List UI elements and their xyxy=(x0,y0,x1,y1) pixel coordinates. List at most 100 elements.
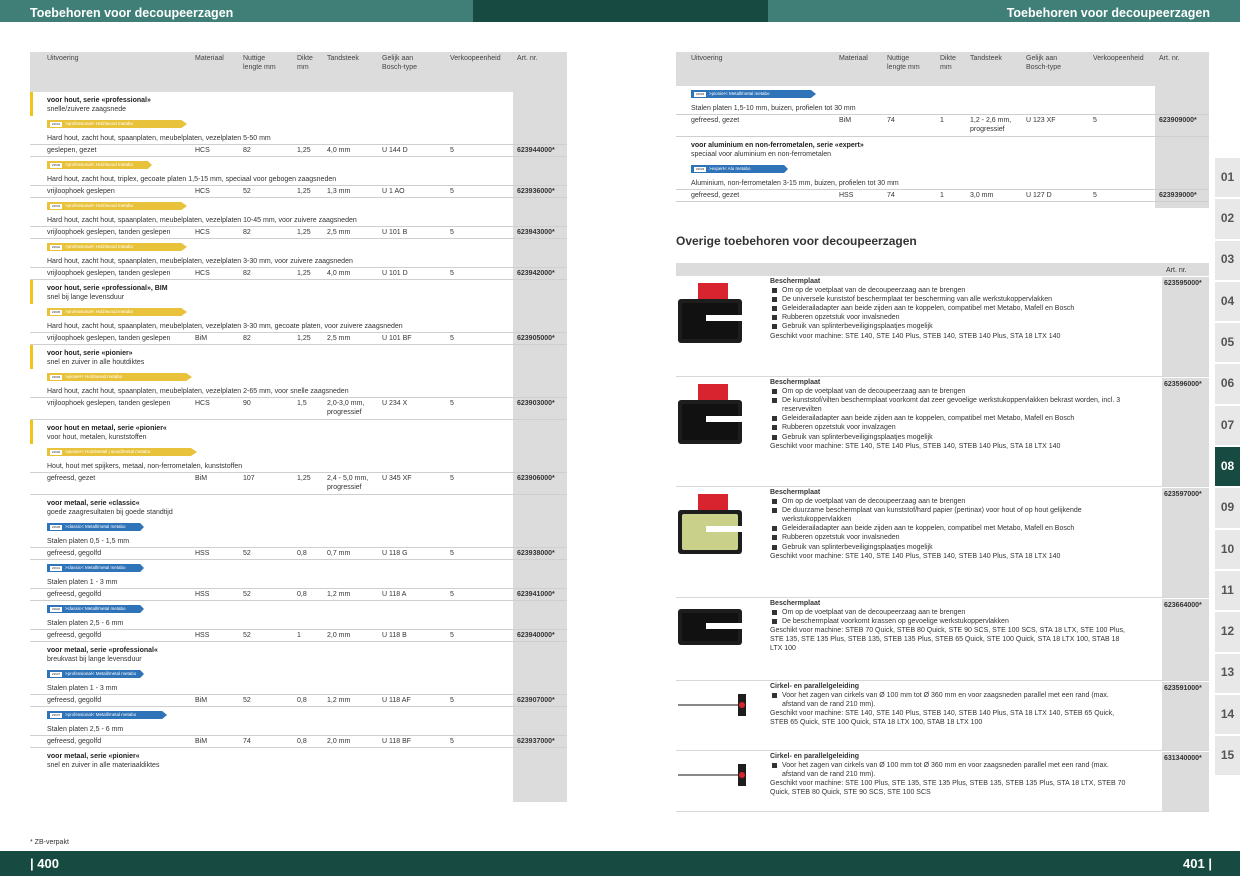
cell-verkoopeenheid: 5 xyxy=(1093,192,1097,199)
cell-tandsteek: 2,4 - 5,0 mm, xyxy=(327,475,369,482)
cell-bosch: U 118 A xyxy=(382,591,407,598)
accessory-item: Cirkel- en parallelgeleiding Voor het zag… xyxy=(676,752,1209,812)
page-title-left: Toebehoren voor decoupeerzagen xyxy=(30,6,234,20)
bullet-square-icon xyxy=(772,416,777,422)
bullet-text: Om op de voetplaat van de decoupeerzaag … xyxy=(782,498,966,506)
chapter-tab-05[interactable]: 05 xyxy=(1215,323,1240,365)
table-row: vrijloophoek geslepen, tanden geslepen HC… xyxy=(30,227,567,239)
blade-code: 23938 xyxy=(50,524,62,530)
cell-lengte: 107 xyxy=(243,475,255,482)
bullet-square-icon xyxy=(772,544,777,550)
chapter-tab-01[interactable]: 01 xyxy=(1215,158,1240,200)
blade-print: >classic< Metall/metal metabo xyxy=(65,524,126,529)
cell-dikte: 0,8 xyxy=(297,697,307,704)
cell-uitvoering: geslepen, gezet xyxy=(47,147,97,154)
bullet-text: Geleiderailadapter aan beide zijden aan … xyxy=(782,415,1075,423)
application-row: Aluminium, non-ferrometalen 3-15 mm, bui… xyxy=(676,178,1209,190)
application-row: Hard hout, zacht hout, spaanplaten, meub… xyxy=(30,321,567,333)
accessory-item: Beschermplaat Om op de voetplaat van de d… xyxy=(676,488,1209,598)
cell-art-nr: 623941000* xyxy=(517,591,555,598)
accessory-bullet: Geleiderailadapter aan beide zijden aan … xyxy=(770,524,1130,533)
chapter-tab-07[interactable]: 07 xyxy=(1215,405,1240,448)
accessory-bullet: De universele kunststof beschermplaat te… xyxy=(770,295,1130,304)
chapter-tab-13[interactable]: 13 xyxy=(1215,653,1240,695)
cell-lengte: 74 xyxy=(243,738,251,745)
accessory-art-nr: 623591000* xyxy=(1162,682,1209,750)
cell-uitvoering: gefreesd, gegolfd xyxy=(47,697,102,704)
table-row: gefreesd, gezet HSS 74 1 3,0 mm U 127 D 5 62393… xyxy=(676,190,1209,202)
col-bosch: Gelijk aan Bosch-type xyxy=(1026,55,1062,72)
table-header: Uitvoering Materiaal Nuttige lengte mm D… xyxy=(676,52,1209,86)
application-text: Hard hout, zacht hout, triplex, gecoate … xyxy=(47,176,337,183)
cell-bosch: U 234 X xyxy=(382,400,408,407)
cell-bosch: U 101 B xyxy=(382,229,408,236)
chapter-tab-11[interactable]: 11 xyxy=(1215,570,1240,613)
cell-bosch: U 144 D xyxy=(382,147,408,154)
bullet-text: Om op de voetplaat van de decoupeerzaag … xyxy=(782,388,966,396)
chapter-tab-02[interactable]: 02 xyxy=(1215,199,1240,241)
blade-print: >professional< Holz/wood metabo xyxy=(65,203,134,208)
circle-guide-icon xyxy=(678,694,746,716)
group-subtitle: snelle/zuivere zaagsnede xyxy=(47,106,126,114)
section-title-overige: Overige toebehoren voor decoupeerzagen xyxy=(676,234,917,248)
page-number-left: | 400 xyxy=(30,856,59,871)
accessory-art-nr: 631340000* xyxy=(1162,752,1209,811)
chapter-tab-09[interactable]: 09 xyxy=(1215,488,1240,530)
cell-bosch: U 118 G xyxy=(382,550,408,557)
cell-verkoopeenheid: 5 xyxy=(450,738,454,745)
blade-code: 23906 xyxy=(50,449,62,455)
cell-uitvoering: gefreesd, gegolfd xyxy=(47,738,102,745)
blade-print: >professional< Holz/wood metabo xyxy=(65,162,134,167)
application-text: Stalen platen 1,5-10 mm, buizen, profiel… xyxy=(691,105,856,112)
bullet-text: Om op de voetplaat van de decoupeerzaag … xyxy=(782,609,966,617)
accessory-image xyxy=(676,382,766,462)
bullet-square-icon xyxy=(772,526,777,532)
cell-tandsteek: 2,5 mm xyxy=(327,335,351,342)
accessory-fit: Geschikt voor machine: STE 140, STE 140 … xyxy=(770,710,1115,727)
cell-dikte: 1 xyxy=(940,117,944,124)
cell-lengte: 82 xyxy=(243,335,251,342)
accessory-bullet: De duurzame beschermplaat van kunststof/… xyxy=(770,506,1130,524)
bullet-text: De universele kunststof beschermplaat te… xyxy=(782,296,1053,304)
chapter-tab-14[interactable]: 14 xyxy=(1215,694,1240,737)
cell-tandsteek: 2,0 mm xyxy=(327,738,351,745)
application-row: Stalen platen 2,5 - 6 mm xyxy=(30,618,567,630)
table-row: gefreesd, gezet BiM 74 1 1,2 - 2,6 mm, progre… xyxy=(676,115,1209,137)
cell-dikte: 1 xyxy=(940,192,944,199)
cell-verkoopeenheid: 5 xyxy=(450,188,454,195)
blade-code: 23903 xyxy=(50,374,62,380)
cell-materiaal: BiM xyxy=(195,475,208,482)
chapter-tab-08[interactable]: 08 xyxy=(1215,447,1240,489)
col-lengte: Nuttige lengte mm xyxy=(243,55,276,72)
right-product-table: Uitvoering Materiaal Nuttige lengte mm D… xyxy=(676,52,1209,208)
chapter-tab-04[interactable]: 04 xyxy=(1215,281,1240,324)
circle-guide-icon xyxy=(678,764,746,786)
blade-print: >classic< Metall/metal metabo xyxy=(65,565,126,570)
blade-image: 23940 >classic< Metall/metal metabo xyxy=(47,604,144,614)
chapter-tab-03[interactable]: 03 xyxy=(1215,240,1240,282)
chapter-tab-12[interactable]: 12 xyxy=(1215,612,1240,654)
chapter-tab-15[interactable]: 15 xyxy=(1215,736,1240,778)
cell-tandsteek: 4,0 mm xyxy=(327,270,351,277)
col-art: Art. nr. xyxy=(517,55,538,62)
accessory-fit: Geschikt voor machine: STE 140, STE 140 … xyxy=(770,552,1061,560)
accessory-bullet: Om op de voetplaat van de decoupeerzaag … xyxy=(770,387,1130,396)
cell-verkoopeenheid: 5 xyxy=(450,550,454,557)
cell-uitvoering: gefreesd, gezet xyxy=(691,117,740,124)
accessory-bullet: Voor het zagen van cirkels van Ø 100 mm … xyxy=(770,761,1130,779)
chapter-tab-06[interactable]: 06 xyxy=(1215,364,1240,406)
cell-art-nr: 623937000* xyxy=(517,738,555,745)
blade-row: 23940 >classic< Metall/metal metabo xyxy=(30,604,567,618)
cell-dikte: 1,25 xyxy=(297,270,311,277)
blade-image: 23905 >professional< Holz/wood metabo xyxy=(47,307,187,317)
chapter-tab-10[interactable]: 10 xyxy=(1215,529,1240,571)
bullet-text: Voor het zagen van cirkels van Ø 100 mm … xyxy=(782,762,1109,779)
cell-materiaal: HSS xyxy=(195,632,210,639)
left-table-body: voor hout, serie «professional» snelle/zu… xyxy=(30,92,567,772)
bullet-square-icon xyxy=(772,693,777,699)
cell-materiaal: BiM xyxy=(195,738,208,745)
cell-materiaal: HCS xyxy=(195,147,210,154)
col-materiaal: Materiaal xyxy=(839,55,868,62)
blade-image: 23937 >professional< Metall/metal metabo xyxy=(47,710,167,720)
cell-uitvoering: gefreesd, gegolfd xyxy=(47,591,102,598)
